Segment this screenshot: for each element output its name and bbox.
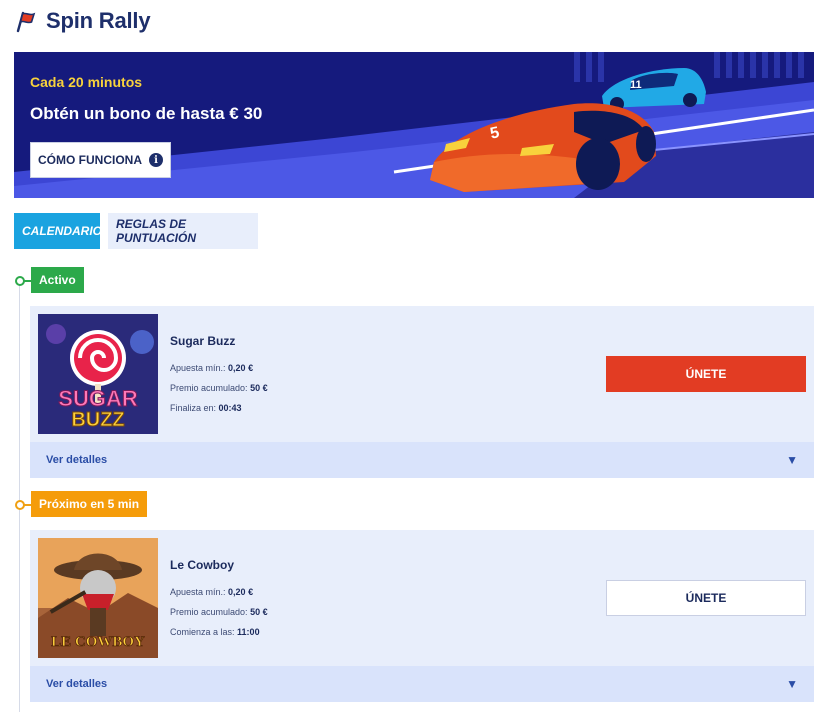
timeline-line (19, 280, 20, 712)
min-bet-label: Apuesta mín.: (170, 587, 226, 597)
game-title: Sugar Buzz (170, 334, 236, 348)
event-card-sugar-buzz: SUGAR BUZZ Sugar Buzz Apuesta mín.: 0,20… (30, 306, 814, 478)
status-badge-active: Activo (31, 267, 84, 293)
time-value: 00:43 (218, 403, 242, 413)
tab-calendario[interactable]: CALENDARIO (14, 213, 102, 249)
min-bet-value: 0,20 € (228, 587, 254, 597)
flag-icon (16, 11, 36, 33)
min-bet-row: Apuesta mín.: 0,20 € (170, 363, 253, 373)
time-label: Finaliza en: (170, 403, 217, 413)
min-bet-row: Apuesta mín.: 0,20 € (170, 587, 253, 597)
time-label: Comienza a las: (170, 627, 235, 637)
svg-text:11: 11 (630, 79, 642, 91)
page-header: Spin Rally (14, 6, 151, 36)
info-icon: i (149, 153, 163, 167)
game-title: Le Cowboy (170, 558, 235, 572)
tab-reglas-de-puntuacion[interactable]: REGLAS DE PUNTUACIÓN (108, 213, 258, 249)
details-toggle[interactable]: Ver detalles ▼ (30, 442, 814, 478)
timeline-connector (24, 504, 31, 506)
join-button[interactable]: ÚNETE (606, 580, 806, 616)
svg-text:SUGAR: SUGAR (58, 386, 138, 411)
prize-label: Premio acumulado: (170, 607, 248, 617)
game-thumbnail-le-cowboy[interactable]: LE COWBOY (38, 538, 158, 658)
chevron-down-icon: ▼ (786, 677, 798, 691)
time-value: 11:00 (237, 627, 260, 637)
details-label: Ver detalles (46, 678, 108, 690)
details-toggle[interactable]: Ver detalles ▼ (30, 666, 814, 702)
how-it-works-button[interactable]: CÓMO FUNCIONA i (30, 142, 171, 178)
status-badge-upcoming: Próximo en 5 min (31, 491, 148, 517)
prize-label: Premio acumulado: (170, 383, 248, 393)
timeline-connector (24, 280, 31, 282)
prize-row: Premio acumulado: 50 € (170, 607, 268, 617)
svg-text:LE COWBOY: LE COWBOY (51, 634, 145, 650)
promo-banner: 11 5 Cada 20 minutos Obtén un bono de ha… (14, 52, 814, 198)
time-row: Comienza a las: 11:00 (170, 627, 260, 637)
time-row: Finaliza en: 00:43 (170, 403, 242, 413)
chevron-down-icon: ▼ (786, 453, 798, 467)
prize-value: 50 € (250, 383, 268, 393)
details-label: Ver detalles (46, 454, 108, 466)
how-it-works-label: CÓMO FUNCIONA (38, 153, 142, 167)
page-title: Spin Rally (46, 8, 151, 33)
svg-text:BUZZ: BUZZ (71, 409, 124, 431)
join-button[interactable]: ÚNETE (606, 356, 806, 392)
min-bet-label: Apuesta mín.: (170, 363, 226, 373)
banner-headline: Obtén un bono de hasta € 30 (30, 104, 263, 123)
min-bet-value: 0,20 € (228, 363, 254, 373)
event-card-le-cowboy: LE COWBOY Le Cowboy Apuesta mín.: 0,20 €… (30, 530, 814, 702)
prize-value: 50 € (250, 607, 268, 617)
banner-subtitle: Cada 20 minutos (30, 74, 143, 90)
tabs: CALENDARIO REGLAS DE PUNTUACIÓN (14, 213, 258, 249)
prize-row: Premio acumulado: 50 € (170, 383, 268, 393)
game-thumbnail-sugar-buzz[interactable]: SUGAR BUZZ (38, 314, 158, 434)
